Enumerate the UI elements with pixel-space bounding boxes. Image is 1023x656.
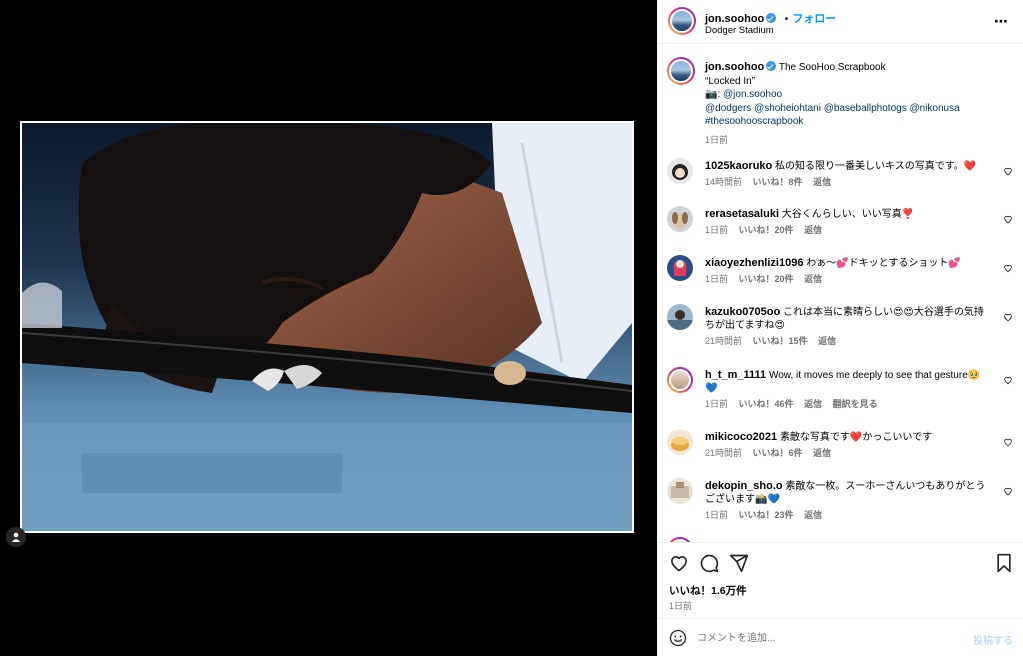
emoji-icon[interactable] (669, 629, 687, 647)
user-icon (11, 532, 21, 542)
comment-time: 14時間前 (705, 177, 743, 187)
more-horizontal-icon[interactable]: ⋯ (994, 14, 1009, 28)
tagged-user-button[interactable] (6, 527, 26, 547)
heart-icon[interactable] (1003, 312, 1013, 322)
heart-icon[interactable] (1003, 166, 1013, 176)
commenter-avatar[interactable] (667, 255, 693, 281)
follow-button[interactable]: フォロー (792, 13, 836, 25)
post-photo[interactable] (20, 121, 634, 533)
comment-username[interactable]: 1025kaoruko (705, 160, 772, 172)
caption-title: The SooHoo Scrapbook (778, 62, 886, 73)
comment-username[interactable]: dekopin_sho.o (705, 480, 783, 492)
photo-illustration (22, 123, 632, 531)
comment-time: 1日前 (705, 399, 729, 409)
comment-likes[interactable]: いいね！20件 (739, 225, 794, 235)
caption-body: jon.soohoo The SooHoo Scrapbook “Locked … (705, 61, 1005, 147)
commenter-avatar[interactable] (667, 206, 693, 232)
caption-avatar[interactable] (667, 57, 695, 85)
commenter-avatar[interactable] (667, 429, 693, 455)
separator-dot: • (784, 14, 789, 25)
author-avatar[interactable] (668, 7, 696, 35)
comment-text: わぁ〜💕ドキッとするショット💕 (806, 258, 961, 269)
caption-time: 1日前 (705, 134, 729, 145)
location-link[interactable]: Dodger Stadium (705, 25, 774, 36)
comment-username[interactable]: kazuko0705oo (705, 306, 780, 318)
reply-button[interactable]: 返信 (818, 336, 836, 346)
bookmark-icon[interactable] (995, 553, 1013, 573)
reply-button[interactable]: 返信 (804, 274, 822, 284)
reply-button[interactable]: 返信 (804, 399, 822, 409)
heart-icon[interactable] (1003, 214, 1013, 224)
comment-time: 1日前 (705, 510, 729, 520)
comment-username[interactable]: mikicoco2021 (705, 431, 777, 443)
heart-icon[interactable] (1003, 375, 1013, 385)
comment-likes[interactable]: いいね！15件 (753, 336, 808, 346)
commenter-avatar[interactable] (667, 367, 693, 393)
comment-time: 21時間前 (705, 336, 743, 346)
caption-tags[interactable]: @dodgers @shoheiohtani @baseballphotogs … (705, 102, 1005, 116)
caption-username[interactable]: jon.soohoo (705, 61, 764, 73)
camera-prefix: 📷: (705, 89, 721, 100)
post-header: jon.soohoo • フォロー Dodger Stadium ⋯ (657, 0, 1023, 44)
comment-username[interactable]: xiaoyezhenlizi1096 (705, 257, 803, 269)
camera-handle-link[interactable]: @jon.soohoo (723, 89, 782, 100)
comment-input[interactable] (697, 628, 957, 648)
comment-text: 私の知る限り一番美しいキスの写真です。❤️ (775, 161, 977, 172)
verified-badge-icon (766, 61, 777, 71)
post-comment-button[interactable]: 投稿する (973, 632, 1013, 647)
comment-likes[interactable]: いいね！8件 (753, 177, 803, 187)
comments-section[interactable]: jon.soohoo The SooHoo Scrapbook “Locked … (657, 45, 1023, 542)
commenter-avatar[interactable] (667, 478, 693, 504)
heart-icon[interactable] (1003, 486, 1013, 496)
verified-badge-icon (766, 13, 777, 23)
comment-icon[interactable] (699, 553, 719, 573)
reply-button[interactable]: 返信 (804, 510, 822, 520)
comment-text: 大谷くんらしい、いい写真❣️ (781, 209, 915, 220)
post-actions: いいね！1.6万件 1日前 (657, 542, 1023, 618)
comment-likes[interactable]: いいね！6件 (753, 448, 803, 458)
comment-likes[interactable]: いいね！46件 (739, 399, 794, 409)
reply-button[interactable]: 返信 (813, 177, 831, 187)
post-date: 1日前 (669, 601, 693, 611)
add-comment-bar: 投稿する (657, 618, 1023, 656)
comment-likes[interactable]: いいね！23件 (739, 510, 794, 520)
commenter-avatar[interactable] (667, 158, 693, 184)
caption-quote: “Locked In” (705, 75, 756, 87)
author-username[interactable]: jon.soohoo (705, 13, 764, 25)
comment-time: 1日前 (705, 274, 729, 284)
heart-icon[interactable] (1003, 263, 1013, 273)
share-icon[interactable] (729, 553, 749, 573)
reply-button[interactable]: 返信 (813, 448, 831, 458)
like-count[interactable]: いいね！1.6万件 (669, 583, 747, 598)
caption-hashtag[interactable]: #thesoohooscrapbook (705, 115, 1005, 129)
comment-time: 21時間前 (705, 448, 743, 458)
translate-link[interactable]: 翻訳を見る (833, 399, 878, 409)
commenter-avatar[interactable] (667, 304, 693, 330)
comment-username[interactable]: rerasetasaluki (705, 208, 779, 220)
heart-icon[interactable] (669, 553, 689, 573)
comment-username[interactable]: h_t_m_1111 (705, 369, 766, 381)
post-media (0, 0, 657, 656)
heart-icon[interactable] (1003, 437, 1013, 447)
comment-likes[interactable]: いいね！20件 (739, 274, 794, 284)
post-sidebar: jon.soohoo • フォロー Dodger Stadium ⋯ jon.so… (657, 0, 1023, 656)
reply-button[interactable]: 返信 (804, 225, 822, 235)
comment-text: 素敵な写真です❤️かっこいいです (779, 432, 933, 443)
comment-time: 1日前 (705, 225, 729, 235)
